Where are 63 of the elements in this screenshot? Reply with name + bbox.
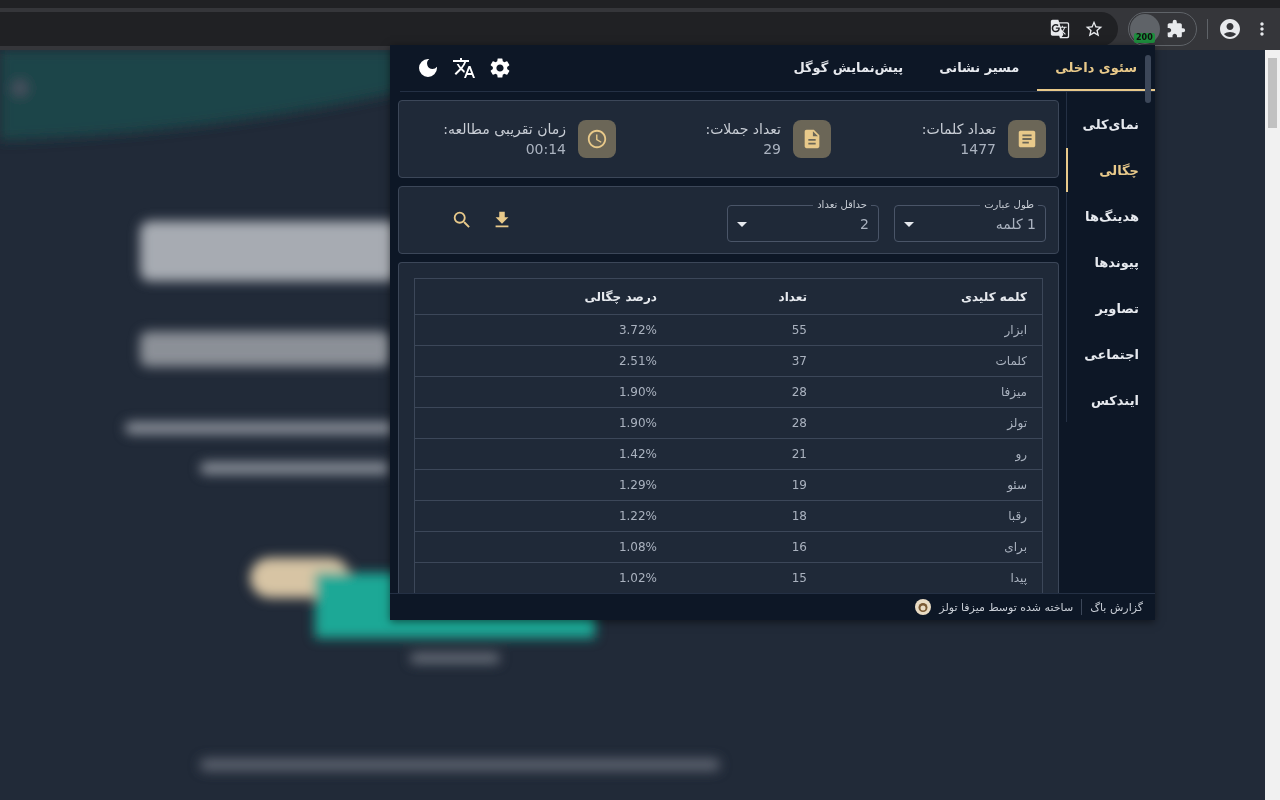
select-field[interactable]: طول عبارت 1 کلمه xyxy=(894,198,1046,242)
table-cell-text: 1.08% xyxy=(617,540,658,554)
notes-icon xyxy=(1008,120,1046,158)
extension-button[interactable]: 200 xyxy=(1130,14,1160,44)
caret-icon xyxy=(737,221,747,227)
table-cell-text: میزفا xyxy=(999,385,1028,399)
sidebar-item[interactable]: پیوندها xyxy=(1066,240,1155,284)
table-cell-text: 1.02% xyxy=(617,571,658,585)
profile-icon[interactable] xyxy=(1218,17,1242,41)
tab[interactable]: مسیر نشانی xyxy=(921,45,1038,91)
table-cell-text: برای xyxy=(1003,540,1028,554)
sidebar-item[interactable]: اجتماعی xyxy=(1066,332,1155,376)
table-cell-text: رو xyxy=(1014,447,1028,461)
stat-value: 29 xyxy=(762,141,781,157)
bug-report-link[interactable]: گزارش باگ xyxy=(1090,600,1143,614)
table-cell-text: 1.29% xyxy=(617,478,658,492)
tab[interactable]: پیش‌نمایش گوگل xyxy=(775,45,922,91)
table-cell-text: 1.90% xyxy=(617,385,658,399)
table-cell-text: 1.42% xyxy=(617,447,658,461)
search-button[interactable] xyxy=(451,209,473,231)
sidebar-item[interactable]: چگالی xyxy=(1066,148,1155,192)
column-header: تعداد xyxy=(777,289,808,304)
table-cell-text: ابزار xyxy=(1003,323,1028,337)
table-cell-text: 1.90% xyxy=(617,416,658,430)
table-cell-text: 18 xyxy=(790,509,808,523)
table-cell-text: 19 xyxy=(790,478,808,492)
table-cell-text: 16 xyxy=(790,540,808,554)
credit-link[interactable]: ساخته شده توسط میزفا تولز xyxy=(939,600,1074,614)
table-cell-text: 21 xyxy=(790,447,808,461)
column-header: کلمه کلیدی xyxy=(959,289,1028,304)
table-cell-text: کلمات xyxy=(994,354,1028,368)
stat-label: زمان تقریبی مطالعه: xyxy=(443,121,566,137)
sidebar-item[interactable]: نمای‌کلی xyxy=(1066,102,1155,146)
puzzle-icon[interactable] xyxy=(1166,19,1186,39)
table-cell-text: سئو xyxy=(1005,478,1028,492)
table-cell-text: تولز xyxy=(1005,416,1028,430)
table-cell-text: 55 xyxy=(790,323,808,337)
table-cell-text: 2.51% xyxy=(617,354,658,368)
scrollbar[interactable] xyxy=(1265,50,1280,800)
table-cell-text: رقبا xyxy=(1007,509,1028,523)
star-icon[interactable] xyxy=(1084,19,1104,39)
table-cell-text: پیدا xyxy=(1009,571,1028,585)
table-cell-text: 28 xyxy=(790,385,808,399)
sidebar-item[interactable]: ایندکس xyxy=(1066,378,1155,422)
column-header: درصد چگالی xyxy=(583,289,658,304)
sidebar-item[interactable]: تصاویر xyxy=(1066,286,1155,330)
table-cell-text: 15 xyxy=(790,571,808,585)
clock-icon xyxy=(578,120,616,158)
table-cell-text: 28 xyxy=(790,416,808,430)
popup-scrollbar[interactable] xyxy=(1145,55,1151,103)
translate-icon[interactable] xyxy=(1050,19,1070,39)
logo-icon xyxy=(915,599,932,615)
document-icon xyxy=(793,120,831,158)
stat-label: تعداد جملات: xyxy=(705,121,781,137)
stat-label: تعداد کلمات: xyxy=(921,121,996,137)
extension-badge: 200 xyxy=(1134,33,1155,43)
caret-icon xyxy=(904,221,914,227)
stat-value: 00:14 xyxy=(524,141,566,157)
table-cell-text: 37 xyxy=(790,354,808,368)
sidebar-item[interactable]: هدینگ‌ها xyxy=(1066,194,1155,238)
table-cell-text: 1.22% xyxy=(617,509,658,523)
table-cell-text: 3.72% xyxy=(617,323,658,337)
stat-value: 1477 xyxy=(959,141,996,157)
